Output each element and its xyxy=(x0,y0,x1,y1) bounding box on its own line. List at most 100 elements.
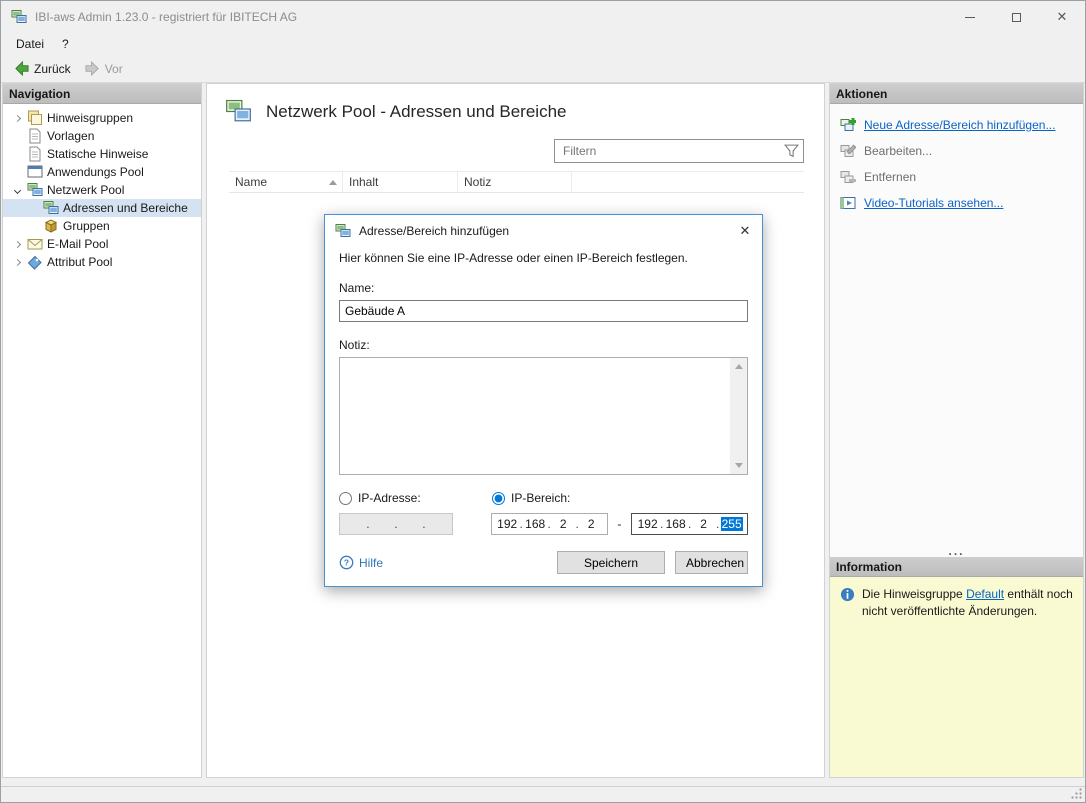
tag-icon xyxy=(27,254,43,270)
forward-button[interactable]: Vor xyxy=(78,58,130,79)
table-header: Name Inhalt Notiz xyxy=(229,171,804,193)
range-separator: - xyxy=(608,517,632,531)
name-label: Name: xyxy=(339,281,748,295)
tree-item-gruppen[interactable]: Gruppen xyxy=(3,217,201,235)
action-label: Neue Adresse/Bereich hinzufügen... xyxy=(864,118,1055,132)
window-title: IBI-aws Admin 1.23.0 - registriert für I… xyxy=(35,10,947,24)
tree-label: Vorlagen xyxy=(47,129,94,143)
tree-label: Attribut Pool xyxy=(47,255,112,269)
column-header-name[interactable]: Name xyxy=(229,172,343,192)
chevron-right-icon[interactable] xyxy=(13,240,20,247)
close-icon: ✕ xyxy=(740,223,751,239)
actions-header: Aktionen xyxy=(830,84,1083,104)
tree-item-vorlagen[interactable]: Vorlagen xyxy=(3,127,201,145)
navigation-panel: Navigation Hinweisgruppen xyxy=(2,83,202,778)
network-pool-icon xyxy=(225,98,252,125)
document-icon xyxy=(27,128,43,144)
note-field-wrapper xyxy=(339,357,748,475)
resize-grip[interactable] xyxy=(1070,787,1083,800)
toolbar: Zurück Vor xyxy=(1,55,1085,83)
app-icon xyxy=(11,9,27,25)
ip-address-radio[interactable] xyxy=(339,492,352,505)
information-header: Information xyxy=(830,557,1083,577)
help-icon: ? xyxy=(339,555,354,570)
action-remove[interactable]: Entfernen xyxy=(830,164,1083,190)
single-ip-field[interactable]: ... xyxy=(339,513,453,535)
page-title: Netzwerk Pool - Adressen und Bereiche xyxy=(266,102,567,122)
name-field[interactable] xyxy=(339,300,748,322)
menu-help[interactable]: ? xyxy=(53,34,78,54)
cancel-button[interactable]: Abbrechen xyxy=(675,551,748,574)
default-group-link[interactable]: Default xyxy=(966,587,1004,601)
title-bar: IBI-aws Admin 1.23.0 - registriert für I… xyxy=(1,1,1085,33)
tree-item-hinweisgruppen[interactable]: Hinweisgruppen xyxy=(3,109,201,127)
forward-arrow-icon xyxy=(85,61,100,76)
note-field[interactable] xyxy=(340,358,730,474)
range-start-field[interactable]: 192.168.2.2 xyxy=(491,513,608,535)
tree-label: Hinweisgruppen xyxy=(47,111,133,125)
filter-input[interactable] xyxy=(563,144,784,158)
tree-item-netzwerk-pool[interactable]: Netzwerk Pool xyxy=(3,181,201,199)
note-scrollbar[interactable] xyxy=(730,358,747,474)
app-window-icon xyxy=(27,164,43,180)
menu-datei[interactable]: Datei xyxy=(7,34,53,54)
actions-panel: Aktionen Neue Adresse/Bereich hinzufügen… xyxy=(829,83,1084,778)
back-arrow-icon xyxy=(14,61,29,76)
tree-label: Anwendungs Pool xyxy=(47,165,144,179)
column-header-notiz[interactable]: Notiz xyxy=(458,172,572,192)
tree-label: Gruppen xyxy=(63,219,110,233)
dialog-title-bar: Adresse/Bereich hinzufügen ✕ xyxy=(325,215,762,247)
ip-range-radio[interactable] xyxy=(492,492,505,505)
close-button[interactable]: ✕ xyxy=(1039,1,1085,33)
tree-item-email-pool[interactable]: E-Mail Pool xyxy=(3,235,201,253)
status-bar xyxy=(1,786,1085,802)
maximize-button[interactable] xyxy=(993,1,1039,33)
scroll-up-icon[interactable] xyxy=(730,358,747,375)
chevron-down-icon[interactable] xyxy=(13,186,20,193)
dialog-close-button[interactable]: ✕ xyxy=(728,217,762,245)
action-video-tutorials[interactable]: Video-Tutorials ansehen... xyxy=(830,190,1083,216)
tree-item-anwendungs-pool[interactable]: Anwendungs Pool xyxy=(3,163,201,181)
tree-label: Netzwerk Pool xyxy=(47,183,124,197)
information-box: Die Hinweisgruppe Default enthält noch n… xyxy=(830,577,1083,777)
radio-ip-range[interactable]: IP-Bereich: xyxy=(492,491,570,505)
chevron-right-icon[interactable] xyxy=(13,114,20,121)
envelope-icon xyxy=(27,236,43,252)
tree-item-adressen-und-bereiche[interactable]: Adressen und Bereiche xyxy=(3,199,201,217)
network-icon xyxy=(335,223,351,239)
chevron-right-icon[interactable] xyxy=(13,258,20,265)
panel-splitter[interactable]: ... xyxy=(830,545,1083,557)
minimize-icon xyxy=(965,17,975,18)
minimize-button[interactable] xyxy=(947,1,993,33)
action-edit[interactable]: Bearbeiten... xyxy=(830,138,1083,164)
tree-label: Statische Hinweise xyxy=(47,147,148,161)
close-icon: ✕ xyxy=(1057,9,1068,25)
navigation-header: Navigation xyxy=(3,84,201,104)
tree-item-statische-hinweise[interactable]: Statische Hinweise xyxy=(3,145,201,163)
action-label: Video-Tutorials ansehen... xyxy=(864,196,1003,210)
back-button[interactable]: Zurück xyxy=(7,58,78,79)
tree-item-attribut-pool[interactable]: Attribut Pool xyxy=(3,253,201,271)
back-label: Zurück xyxy=(34,62,71,76)
app-window: IBI-aws Admin 1.23.0 - registriert für I… xyxy=(0,0,1086,803)
tree-label: E-Mail Pool xyxy=(47,237,108,251)
save-button[interactable]: Speichern xyxy=(557,551,665,574)
dialog-description: Hier können Sie eine IP-Adresse oder ein… xyxy=(339,251,748,265)
info-text-prefix: Die Hinweisgruppe xyxy=(862,587,966,601)
network-icon xyxy=(27,182,43,198)
action-add-address[interactable]: Neue Adresse/Bereich hinzufügen... xyxy=(830,112,1083,138)
navigation-tree: Hinweisgruppen Vorlagen xyxy=(3,104,201,271)
radio-ip-address[interactable]: IP-Adresse: xyxy=(339,491,492,505)
network-edit-icon xyxy=(840,143,856,159)
column-header-inhalt[interactable]: Inhalt xyxy=(343,172,458,192)
network-remove-icon xyxy=(840,169,856,185)
action-label: Entfernen xyxy=(864,170,916,184)
filter-box xyxy=(554,139,804,163)
network-icon xyxy=(43,200,59,216)
document-icon xyxy=(27,146,43,162)
info-icon xyxy=(840,587,855,602)
help-link[interactable]: ? Hilfe xyxy=(339,555,383,570)
scroll-down-icon[interactable] xyxy=(730,457,747,474)
range-end-field[interactable]: 192.168.2.255 xyxy=(631,513,748,535)
filter-funnel-icon xyxy=(784,144,799,158)
